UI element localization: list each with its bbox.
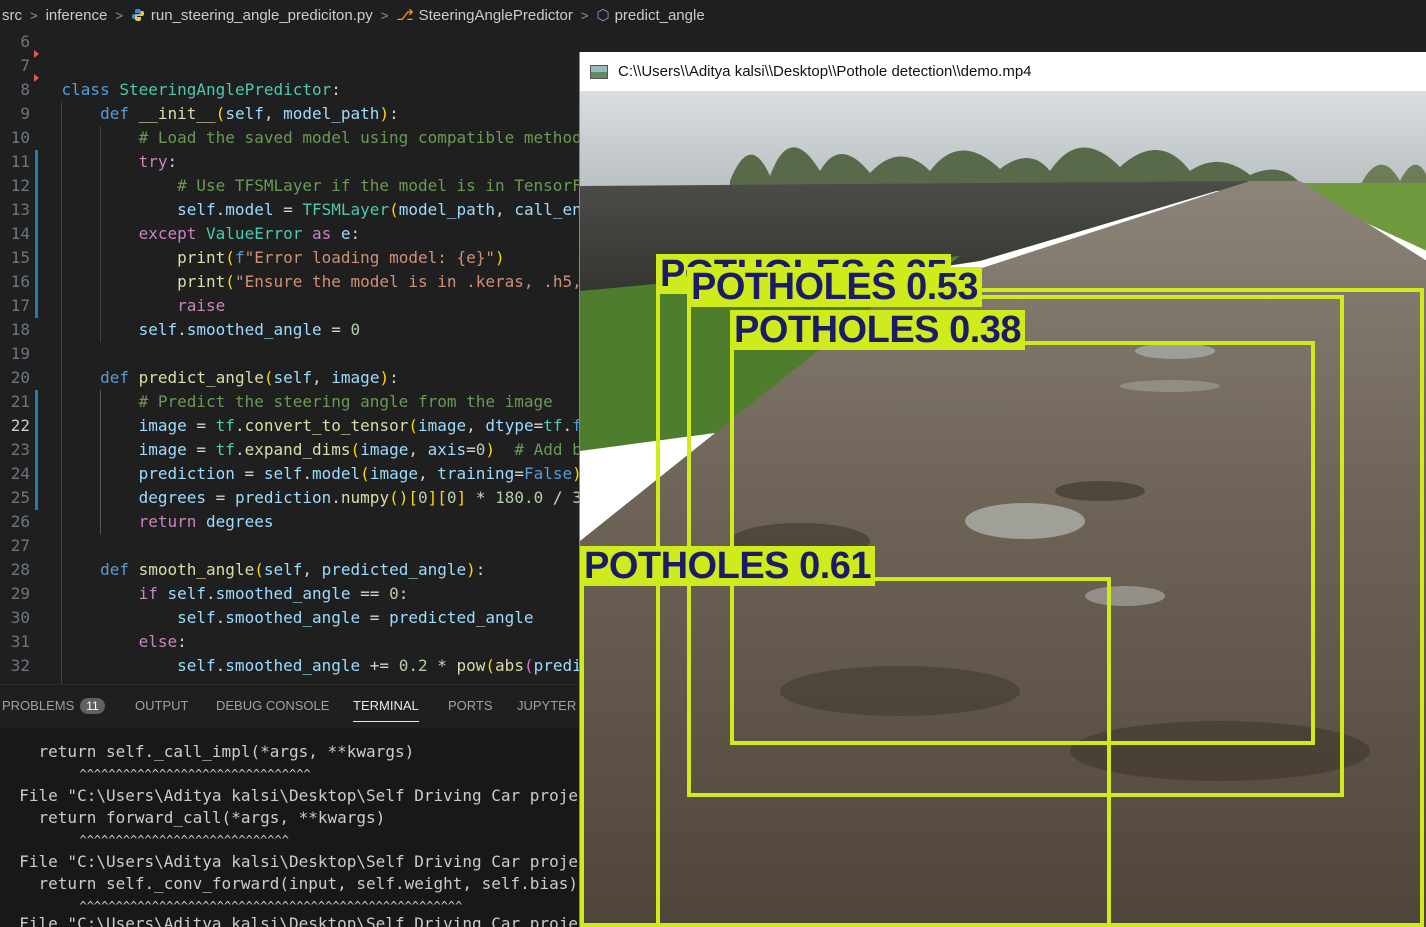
code-text: self.smoothed_angle += 0.2 * pow(abs(pre… [177,656,580,675]
code-text: def smooth_angle(self, predicted_angle): [100,560,486,579]
code-text: def __init__(self, model_path): [100,104,399,123]
code-text: # Predict the steering angle from the im… [138,392,553,411]
code-line[interactable]: 19 [0,342,580,366]
code-line[interactable]: 23 image = tf.expand_dims(image, axis=0)… [0,438,580,462]
terminal-output[interactable]: return self._call_impl(*args, **kwargs) … [0,728,580,927]
video-window[interactable]: C:\\Users\\Aditya kalsi\\Desktop\\Pothol… [579,52,1426,927]
code-line[interactable]: 11 try: [0,150,580,174]
code-line[interactable]: 22 image = tf.convert_to_tensor(image, d… [0,414,580,438]
code-line[interactable]: 7 [0,54,580,78]
code-text: self.smoothed_angle = 0 [138,320,361,339]
code-line[interactable]: 8 class SteeringAnglePredictor: [0,78,580,102]
panel-tab-bar: PROBLEMS 11 OUTPUT DEBUG CONSOLE TERMINAL… [0,684,580,729]
terminal-line: return self._conv_forward(input, self.we… [0,874,578,893]
code-line[interactable]: 13 self.model = TFSMLayer(model_path, ca… [0,198,580,222]
tab-ports[interactable]: PORTS [448,698,493,713]
video-frame: POTHOLES 0.25 POTHOLES 0.53 POTHOLES 0.3… [580,91,1426,927]
detection-label: POTHOLES 0.61 [580,546,876,586]
code-text: raise [177,296,226,315]
code-editor[interactable]: 6 7 8 class SteeringAnglePredictor: 9 def… [0,30,580,684]
code-line[interactable]: 27 [0,534,580,558]
terminal-line: File "C:\Users\Aditya kalsi\Desktop\Self… [0,914,580,927]
code-text: else: [138,632,187,651]
code-text: degrees = prediction.numpy()[0][0] * 180… [138,488,580,507]
breadcrumb-item-inference[interactable]: inference [44,7,110,24]
code-text: image = tf.expand_dims(image, axis=0) # … [138,440,580,459]
code-text: try: [138,152,178,171]
tab-debug-console[interactable]: DEBUG CONSOLE [216,698,329,713]
detection-box [580,577,1111,927]
code-line[interactable]: 6 [0,30,580,54]
code-text: print(f"Error loading model: {e}") [177,248,505,267]
code-text: if self.smoothed_angle == 0: [138,584,409,603]
code-line[interactable]: 25 degrees = prediction.numpy()[0][0] * … [0,486,580,510]
tab-jupyter[interactable]: JUPYTER [517,698,576,713]
code-text: # Use TFSMLayer if the model is in Tenso… [177,176,580,195]
terminal-line: ^^^^^^^^^^^^^^^^^^^^^^^^^^^^^^^^^^^^^^^^… [0,899,463,913]
chevron-right-icon: > [580,7,589,23]
terminal-line: return forward_call(*args, **kwargs) [0,808,386,827]
code-line[interactable]: 29 if self.smoothed_angle == 0: [0,582,580,606]
breadcrumb-item-file[interactable]: run_steering_angle_prediciton.py [129,7,375,24]
code-line[interactable]: 24 prediction = self.model(image, traini… [0,462,580,486]
code-line[interactable]: 14 except ValueError as e: [0,222,580,246]
code-text: image = tf.convert_to_tensor(image, dtyp… [138,416,580,435]
breadcrumb-item-src[interactable]: src [0,7,24,24]
code-line[interactable]: 28 def smooth_angle(self, predicted_angl… [0,558,580,582]
terminal-line: File "C:\Users\Aditya kalsi\Desktop\Self… [0,786,580,805]
breadcrumb-class-label: SteeringAnglePredictor [418,7,573,24]
chevron-right-icon: > [30,7,38,23]
method-symbol-icon: ⬡ [596,7,610,24]
tab-output[interactable]: OUTPUT [135,698,188,713]
code-line[interactable]: 9 def __init__(self, model_path): [0,102,580,126]
detection-label: POTHOLES 0.38 [730,310,1026,350]
problems-count-badge: 11 [80,698,105,714]
python-file-icon [131,8,144,21]
code-text: self.model = TFSMLayer(model_path, call_… [177,200,580,219]
code-text: def predict_angle(self, image): [100,368,399,387]
class-symbol-icon: ⎇ [396,7,414,24]
code-line[interactable]: 12 # Use TFSMLayer if the model is in Te… [0,174,580,198]
code-line[interactable]: 16 print("Ensure the model is in .keras,… [0,270,580,294]
code-line[interactable]: 32 self.smoothed_angle += 0.2 * pow(abs(… [0,654,580,678]
video-window-titlebar[interactable]: C:\\Users\\Aditya kalsi\\Desktop\\Pothol… [580,52,1426,91]
code-line[interactable]: 30 self.smoothed_angle = predicted_angle [0,606,580,630]
code-line[interactable]: 15 print(f"Error loading model: {e}") [0,246,580,270]
video-window-title: C:\\Users\\Aditya kalsi\\Desktop\\Pothol… [618,63,1032,80]
code-text: self.smoothed_angle = predicted_angle [177,608,534,627]
terminal-line: ^^^^^^^^^^^^^^^^^^^^^^^^^^^^^^^^ [0,767,311,781]
terminal-line: return self._call_impl(*args, **kwargs) [0,742,415,761]
code-text: prediction = self.model(image, training=… [138,464,580,483]
breadcrumb-item-class[interactable]: ⎇ SteeringAnglePredictor [394,6,575,24]
terminal-line: File "C:\Users\Aditya kalsi\Desktop\Self… [0,852,580,871]
terminal-line: ^^^^^^^^^^^^^^^^^^^^^^^^^^^^^ [0,833,289,847]
code-text: return degrees [138,512,274,531]
code-line[interactable]: 20 def predict_angle(self, image): [0,366,580,390]
code-line[interactable]: 26 return degrees [0,510,580,534]
tab-problems-label: PROBLEMS [2,698,75,713]
code-line[interactable]: 18 self.smoothed_angle = 0 [0,318,580,342]
code-text: class SteeringAnglePredictor: [61,80,341,99]
chevron-right-icon: > [380,7,389,23]
code-line[interactable]: 10 # Load the saved model using compatib… [0,126,580,150]
image-window-icon [590,64,608,79]
breadcrumb-item-method[interactable]: ⬡ predict_angle [594,6,706,24]
tab-problems[interactable]: PROBLEMS 11 [2,698,105,714]
breadcrumb-file-label: run_steering_angle_prediciton.py [150,6,373,24]
tab-terminal[interactable]: TERMINAL [353,698,419,722]
breadcrumb-method-label: predict_angle [614,7,705,24]
code-line[interactable]: 21 # Predict the steering angle from the… [0,390,580,414]
code-line[interactable]: 31 else: [0,630,580,654]
code-line[interactable]: 17 raise [0,294,580,318]
code-text: except ValueError as e: [138,224,361,243]
breadcrumb: src > inference > run_steering_angle_pre… [0,0,1426,30]
detection-label: POTHOLES 0.53 [687,267,983,307]
code-text: # Load the saved model using compatible … [138,128,580,147]
chevron-right-icon: > [115,7,123,23]
code-text: print("Ensure the model is in .keras, .h… [177,272,580,291]
